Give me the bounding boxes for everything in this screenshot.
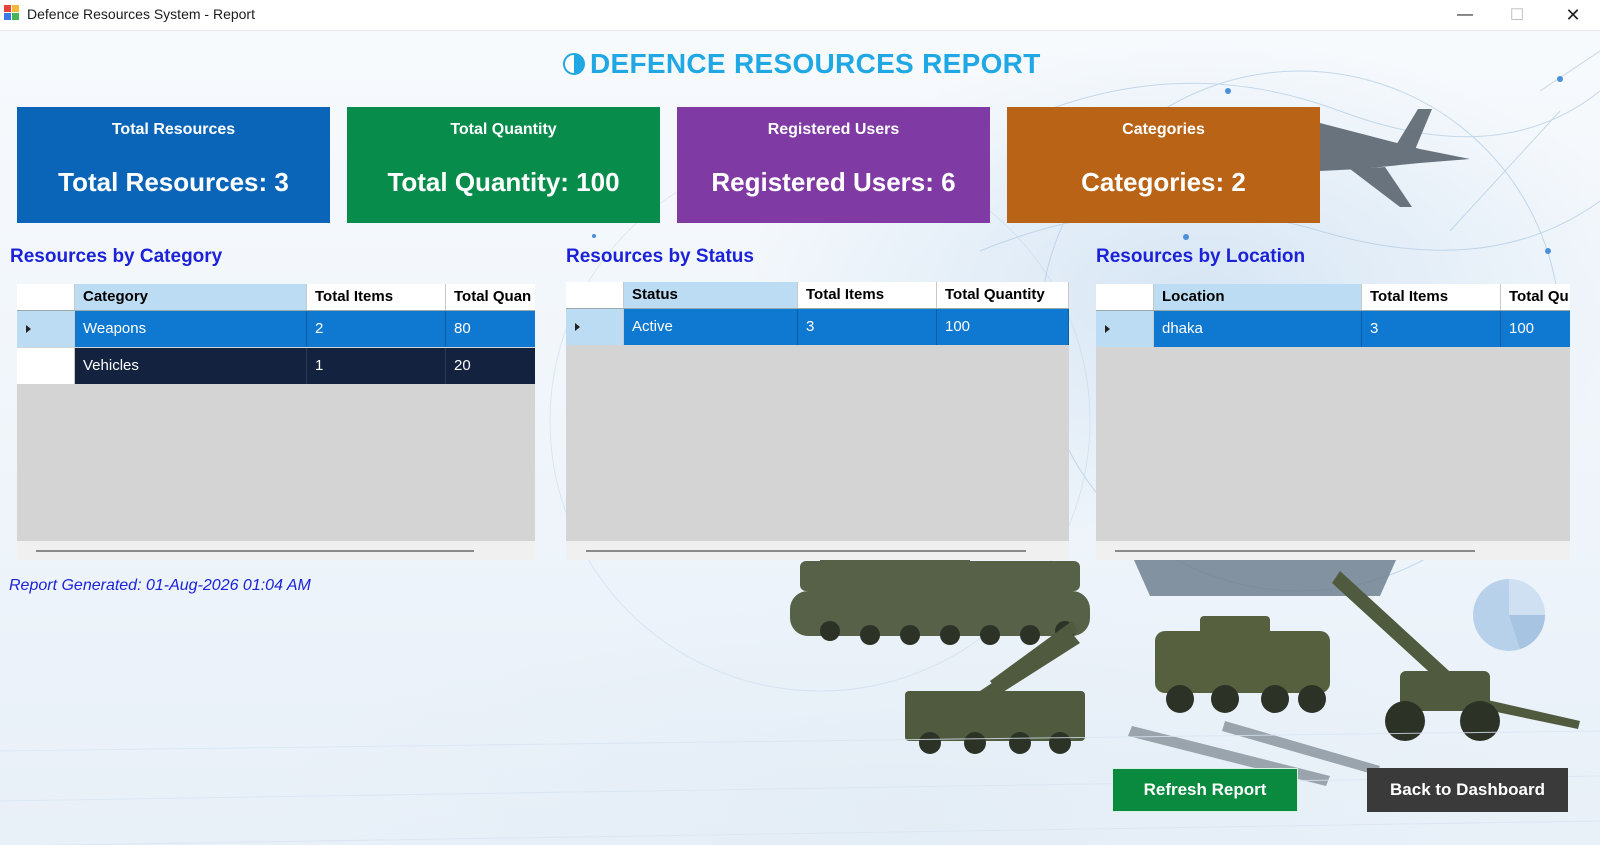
- horizontal-scrollbar[interactable]: [17, 541, 535, 560]
- report-generated-label: Report Generated: 01-Aug-2026 01:04 AM: [9, 577, 311, 594]
- cell-total-quantity[interactable]: 80: [446, 311, 535, 347]
- card-title: Registered Users: [767, 121, 900, 138]
- table-row[interactable]: Weapons 2 80: [17, 311, 535, 347]
- scrollbar-thumb[interactable]: [586, 550, 1026, 552]
- section-title-category: Resources by Category: [10, 246, 223, 267]
- section-title-status: Resources by Status: [566, 246, 754, 267]
- card-value: Categories: 2: [1081, 167, 1246, 197]
- row-pointer-icon: [26, 325, 31, 333]
- minimize-button[interactable]: —: [1439, 0, 1491, 30]
- close-button[interactable]: ✕: [1547, 0, 1599, 30]
- column-header-category[interactable]: Category: [75, 284, 307, 310]
- column-header-location[interactable]: Location: [1154, 284, 1362, 310]
- row-header[interactable]: [566, 309, 624, 345]
- card-title: Categories: [1122, 121, 1205, 138]
- column-header-total-quantity[interactable]: Total Quantity: [937, 282, 1069, 308]
- back-to-dashboard-button[interactable]: Back to Dashboard: [1367, 768, 1568, 812]
- column-header-total-items[interactable]: Total Items: [798, 282, 937, 308]
- card-registered-users: Registered Users Registered Users: 6: [677, 107, 990, 223]
- cell-total-quantity[interactable]: 20: [446, 348, 535, 384]
- grid-header: Category Total Items Total Quan: [17, 284, 535, 311]
- cell-status[interactable]: Active: [624, 309, 798, 345]
- corner-header-cell: [1096, 284, 1154, 310]
- window-title: Defence Resources System - Report: [27, 6, 255, 22]
- table-row[interactable]: dhaka 3 100: [1096, 311, 1570, 347]
- card-value: Total Resources: 3: [58, 167, 289, 197]
- table-row[interactable]: Active 3 100: [566, 309, 1069, 345]
- section-title-location: Resources by Location: [1096, 246, 1306, 267]
- cell-total-items[interactable]: 1: [307, 348, 446, 384]
- cell-total-quantity[interactable]: 100: [1501, 311, 1570, 347]
- column-header-total-items[interactable]: Total Items: [307, 284, 446, 310]
- cell-category[interactable]: Vehicles: [75, 348, 307, 384]
- report-title-text: DEFENCE RESOURCES REPORT: [590, 48, 1041, 79]
- cell-total-items[interactable]: 2: [307, 311, 446, 347]
- column-header-total-quantity[interactable]: Total Qu: [1501, 284, 1570, 310]
- card-total-resources: Total Resources Total Resources: 3: [17, 107, 330, 223]
- column-header-status[interactable]: Status: [624, 282, 798, 308]
- window-title-bar: Defence Resources System - Report — ☐ ✕: [0, 0, 1600, 31]
- card-value: Registered Users: 6: [711, 167, 956, 197]
- column-header-total-items[interactable]: Total Items: [1362, 284, 1501, 310]
- corner-header-cell: [17, 284, 75, 310]
- report-title: DEFENCE RESOURCES REPORT: [563, 46, 1041, 82]
- card-categories: Categories Categories: 2: [1007, 107, 1320, 223]
- scrollbar-thumb[interactable]: [36, 550, 474, 552]
- cell-total-quantity[interactable]: 100: [937, 309, 1069, 345]
- location-grid[interactable]: Location Total Items Total Qu dhaka 3 10…: [1096, 284, 1570, 560]
- table-row[interactable]: Vehicles 1 20: [17, 348, 535, 384]
- cell-total-items[interactable]: 3: [1362, 311, 1501, 347]
- row-pointer-icon: [1105, 325, 1110, 333]
- scrollbar-thumb[interactable]: [1115, 550, 1475, 552]
- refresh-report-button[interactable]: Refresh Report: [1112, 768, 1298, 812]
- shield-icon: [563, 53, 585, 75]
- app-icon: [4, 5, 20, 21]
- card-title: Total Quantity: [450, 121, 557, 138]
- horizontal-scrollbar[interactable]: [1096, 541, 1570, 560]
- category-grid[interactable]: Category Total Items Total Quan Weapons …: [17, 284, 535, 560]
- status-grid[interactable]: Status Total Items Total Quantity Active…: [566, 282, 1069, 560]
- column-header-total-quantity[interactable]: Total Quan: [446, 284, 535, 310]
- row-header[interactable]: [17, 311, 75, 347]
- cell-category[interactable]: Weapons: [75, 311, 307, 347]
- row-pointer-icon: [575, 323, 580, 331]
- grid-header: Status Total Items Total Quantity: [566, 282, 1069, 309]
- grid-header: Location Total Items Total Qu: [1096, 284, 1570, 311]
- row-header[interactable]: [17, 348, 75, 384]
- cell-location[interactable]: dhaka: [1154, 311, 1362, 347]
- card-title: Total Resources: [111, 121, 236, 138]
- card-total-quantity: Total Quantity Total Quantity: 100: [347, 107, 660, 223]
- row-header[interactable]: [1096, 311, 1154, 347]
- card-value: Total Quantity: 100: [387, 167, 620, 197]
- cell-total-items[interactable]: 3: [798, 309, 937, 345]
- maximize-button[interactable]: ☐: [1491, 0, 1543, 30]
- corner-header-cell: [566, 282, 624, 308]
- horizontal-scrollbar[interactable]: [566, 541, 1069, 560]
